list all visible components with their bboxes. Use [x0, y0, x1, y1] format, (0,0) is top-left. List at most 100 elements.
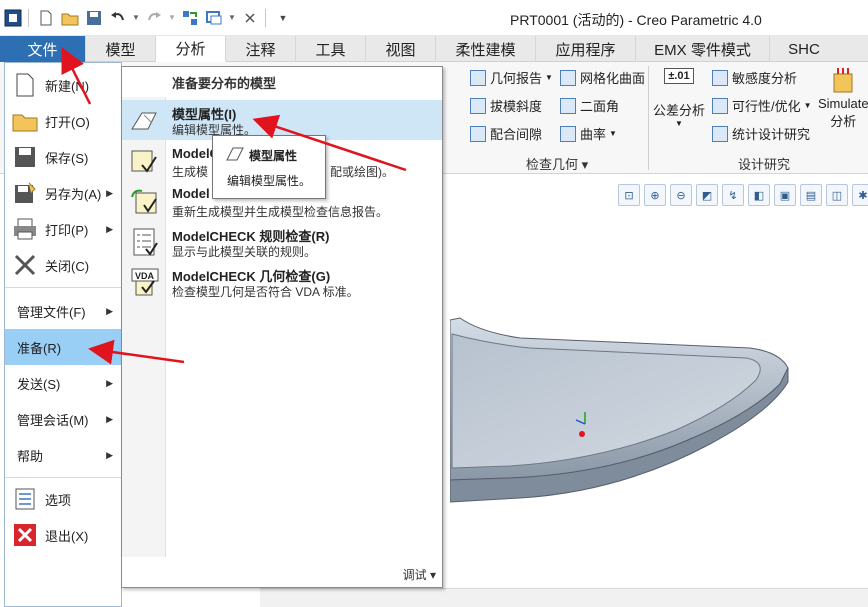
close-window-icon[interactable] [239, 7, 261, 29]
menu-manage-file[interactable]: 管理文件(F) ▶ [5, 293, 121, 329]
tab-tools[interactable]: 工具 [296, 36, 366, 62]
exit-icon [11, 522, 39, 548]
simulate-analysis-button[interactable]: Simulate 分析 [818, 66, 868, 130]
menu-save-as[interactable]: 另存为(A) ▶ [5, 175, 121, 211]
tab-shc[interactable]: SHC [770, 36, 838, 62]
menu-separator [5, 477, 121, 478]
save-disk-icon [11, 144, 39, 170]
file-menu: 新建(N) 打开(O) 保存(S) 另存为(A) ▶ 打印(P) ▶ 关闭(C)… [4, 62, 122, 607]
menu-prepare[interactable]: 准备(R) ▶ [5, 329, 121, 365]
clearance-button[interactable]: 配合间隙 [470, 124, 542, 143]
redo-icon[interactable] [143, 7, 165, 29]
perspective-icon[interactable]: ◫ [826, 184, 848, 206]
open-icon[interactable] [59, 7, 81, 29]
ribbon-tabs: 文件 模型 分析 注释 工具 视图 柔性建模 应用程序 EMX 零件模式 SHC [0, 36, 868, 62]
separator [28, 8, 29, 27]
title-bar: ▼ ▼ ▼ ▼ PRT0001 (活动的) - Creo Parametric … [0, 0, 868, 36]
menu-print[interactable]: 打印(P) ▶ [5, 211, 121, 247]
datum-display-icon[interactable]: ✱ [852, 184, 868, 206]
new-icon[interactable] [35, 7, 57, 29]
debug-button[interactable]: 调试 ▾ [403, 566, 436, 583]
sensitivity-icon [712, 69, 728, 86]
submenu-arrow-icon: ▶ [106, 449, 113, 460]
design-study-group-label: 设计研究 [738, 157, 791, 172]
geometry-report-icon [470, 69, 486, 86]
windows-dropdown-icon[interactable]: ▼ [227, 7, 237, 29]
tab-view[interactable]: 视图 [366, 36, 436, 62]
dihedral-angle-button[interactable]: 二面角 [560, 96, 619, 115]
tab-annotate[interactable]: 注释 [226, 36, 296, 62]
feasibility-icon [712, 97, 728, 114]
window-title: PRT0001 (活动的) - Creo Parametric 4.0 [510, 12, 762, 28]
saved-views-icon[interactable]: ▣ [774, 184, 796, 206]
undo-icon[interactable] [107, 7, 129, 29]
modelcheck-regenerate-icon [131, 189, 157, 214]
menu-manage-session[interactable]: 管理会话(M) ▶ [5, 401, 121, 437]
statistical-design-study-button[interactable]: 统计设计研究 [712, 124, 810, 143]
modelcheck-icon [131, 150, 157, 173]
rules-check-icon [133, 228, 158, 256]
feasibility-optimization-button[interactable]: 可行性/优化 ▼ [712, 96, 812, 115]
tab-model[interactable]: 模型 [86, 36, 156, 62]
redo-dropdown-icon[interactable]: ▼ [167, 7, 177, 29]
save-icon[interactable] [83, 7, 105, 29]
tolerance-icon: ±.01 [664, 68, 694, 84]
submenu-arrow-icon: ▶ [106, 223, 113, 234]
menu-send[interactable]: 发送(S) ▶ [5, 365, 121, 401]
options-list-icon [11, 486, 39, 512]
submenu-item-model-properties[interactable]: 模型属性(I) 编辑模型属性。 [122, 100, 442, 140]
sensitivity-analysis-button[interactable]: 敏感度分析 [712, 68, 797, 87]
display-style-icon[interactable]: ◧ [748, 184, 770, 206]
zoom-out-icon[interactable]: ⊖ [670, 184, 692, 206]
submenu-arrow-icon: ▶ [106, 377, 113, 388]
menu-close[interactable]: 关闭(C) [5, 247, 121, 283]
curvature-button[interactable]: 曲率 ▼ [560, 124, 617, 143]
refit-icon[interactable]: ⊡ [618, 184, 640, 206]
curvature-icon [560, 125, 576, 142]
geometry-report-button[interactable]: 几何报告 ▼ [470, 68, 553, 87]
group-separator [648, 66, 649, 170]
vda-check-icon: VDA [131, 268, 159, 296]
customize-icon[interactable]: ▼ [272, 7, 294, 29]
submenu-arrow-icon: ▶ [106, 305, 113, 316]
view-manager-icon[interactable]: ▤ [800, 184, 822, 206]
mesh-surface-button[interactable]: 网格化曲面 [560, 68, 645, 87]
undo-dropdown-icon[interactable]: ▼ [131, 7, 141, 29]
tab-emx[interactable]: EMX 零件模式 [636, 36, 770, 62]
draft-button[interactable]: 拔模斜度 [470, 96, 542, 115]
submenu-title: 准备要分布的模型 [172, 76, 277, 91]
menu-exit[interactable]: 退出(X) [5, 517, 121, 553]
new-document-icon [11, 72, 39, 98]
tab-file[interactable]: 文件 [0, 36, 86, 62]
tab-flexible-modeling[interactable]: 柔性建模 [436, 36, 536, 62]
tab-applications[interactable]: 应用程序 [536, 36, 636, 62]
app-icon[interactable] [2, 7, 24, 29]
submenu-item-geometry-check[interactable]: VDA ModelCHECK 几何检查(G) 检查模型几何是否符合 VDA 标准… [122, 262, 442, 302]
printer-icon [11, 216, 39, 242]
svg-text:VDA: VDA [135, 271, 155, 281]
submenu-arrow-icon: ▶ [106, 413, 113, 424]
close-x-icon [11, 252, 39, 278]
orientation-icon[interactable]: ↯ [722, 184, 744, 206]
regenerate-icon[interactable] [179, 7, 201, 29]
windows-icon[interactable] [203, 7, 225, 29]
mesh-surface-icon [560, 69, 576, 86]
menu-open[interactable]: 打开(O) [5, 103, 121, 139]
model-properties-icon [226, 147, 244, 161]
check-geometry-group-label[interactable]: 检查几何 ▾ [526, 154, 588, 173]
menu-new[interactable]: 新建(N) [5, 67, 121, 103]
menu-options[interactable]: 选项 [5, 481, 121, 517]
submenu-arrow-icon: ▶ [106, 341, 113, 352]
part-model[interactable] [450, 312, 868, 512]
submenu-item-rules-check[interactable]: ModelCHECK 规则检查(R) 显示与此模型关联的规则。 [122, 222, 442, 262]
menu-save[interactable]: 保存(S) [5, 139, 121, 175]
model-properties-icon [131, 112, 157, 130]
tolerance-analysis-button[interactable]: ±.01 公差分析 ▼ [653, 68, 705, 128]
repaint-icon[interactable]: ◩ [696, 184, 718, 206]
tab-analysis[interactable]: 分析 [156, 36, 226, 62]
dihedral-angle-icon [560, 97, 576, 114]
status-bar [260, 588, 868, 607]
zoom-in-icon[interactable]: ⊕ [644, 184, 666, 206]
tooltip: 模型属性 编辑模型属性。 [212, 135, 326, 199]
menu-help[interactable]: 帮助 ▶ [5, 437, 121, 473]
